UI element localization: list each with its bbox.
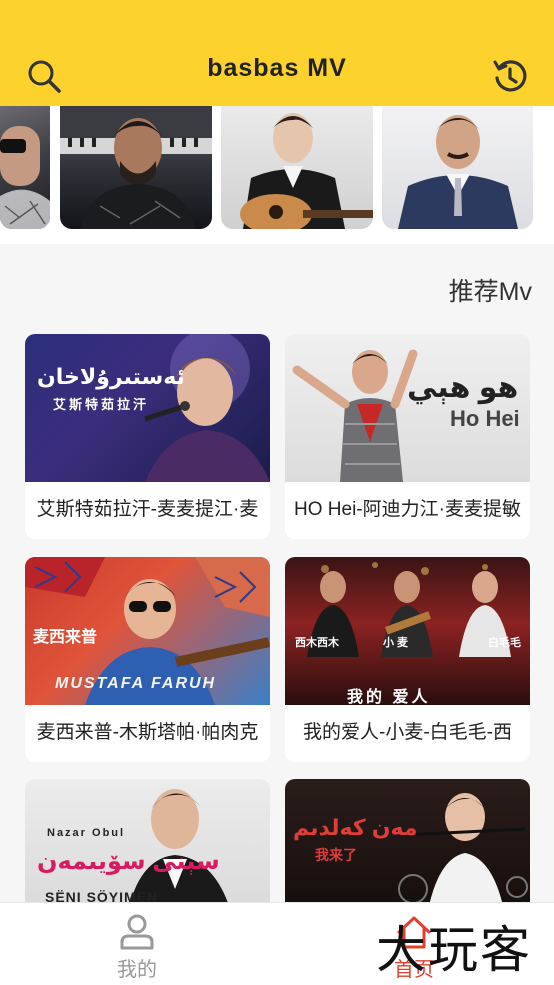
tab-mine[interactable]: 我的: [67, 903, 207, 985]
mv-thumbnail: ھو ھېي Ho Hei: [285, 334, 530, 482]
mv-overlay-subtitle: 艾斯特茹拉汗: [53, 397, 150, 412]
mv-card[interactable]: ئەستىرۇلاخان 艾斯特茹拉汗 艾斯特茹拉汗-麦麦提江·麦: [25, 334, 270, 539]
app-header: basbas MV: [0, 0, 554, 106]
artist-carousel: [0, 106, 554, 244]
mv-overlay-title: سېنى سۆيىمەن: [37, 848, 220, 875]
mv-title: 麦西来普-木斯塔帕·帕肉克: [36, 722, 259, 743]
mv-overlay-title: مەن كەلدىم: [293, 815, 418, 840]
mv-overlay-name-2: 小 麦: [383, 637, 409, 649]
mv-card[interactable]: ھو ھېي Ho Hei HO Hei-阿迪力江·麦麦提敏: [285, 334, 530, 539]
mv-title: 我的爱人-小麦-白毛毛-西: [303, 722, 512, 743]
mv-overlay-name-1: 西木西木: [295, 637, 339, 649]
mv-overlay-artist: Nazar Obul: [47, 827, 126, 839]
mv-title: 艾斯特茹拉汗-麦麦提江·麦: [36, 499, 259, 520]
mv-overlay-name-3: 白毛毛: [488, 637, 521, 649]
mv-overlay-subtitle: MUSTAFA FARUH: [55, 675, 217, 692]
mv-overlay-title: ھو ھېي: [407, 371, 519, 404]
mv-overlay-title: 我的 爱人: [347, 689, 431, 705]
watermark-logo: 大玩客: [376, 921, 532, 979]
artist-card[interactable]: [60, 106, 212, 229]
app-root: basbas MV 推荐Mv ئەستىرۇلاخان 艾斯特茹拉汗 艾斯特茹拉…: [0, 0, 554, 985]
mv-title: HO Hei-阿迪力江·麦麦提敏: [294, 499, 521, 520]
mv-overlay-subtitle: 我来了: [315, 847, 357, 863]
page-title: basbas MV: [207, 54, 347, 82]
mv-thumbnail: ئەستىرۇلاخان 艾斯特茹拉汗: [25, 334, 270, 482]
user-icon: [120, 914, 154, 950]
tab-mine-label: 我的: [117, 959, 157, 981]
mv-card[interactable]: 麦西来普 MUSTAFA FARUH 麦西来普-木斯塔帕·帕肉克: [25, 557, 270, 762]
mv-thumbnail: 麦西来普 MUSTAFA FARUH: [25, 557, 270, 705]
mv-overlay-subtitle: Ho Hei: [450, 406, 520, 431]
section-title: 推荐Mv: [448, 278, 532, 306]
artist-card[interactable]: [0, 106, 50, 229]
history-icon[interactable]: [492, 58, 528, 94]
mv-overlay-title: 麦西来普: [33, 629, 98, 646]
mv-overlay-title: ئەستىرۇلاخان: [37, 364, 185, 389]
artist-card[interactable]: [382, 106, 533, 229]
mv-card[interactable]: 西木西木 小 麦 白毛毛 我的 爱人 我的爱人-小麦-白毛毛-西: [285, 557, 530, 762]
artist-card[interactable]: [221, 106, 373, 229]
mv-thumbnail: 西木西木 小 麦 白毛毛 我的 爱人: [285, 557, 530, 705]
